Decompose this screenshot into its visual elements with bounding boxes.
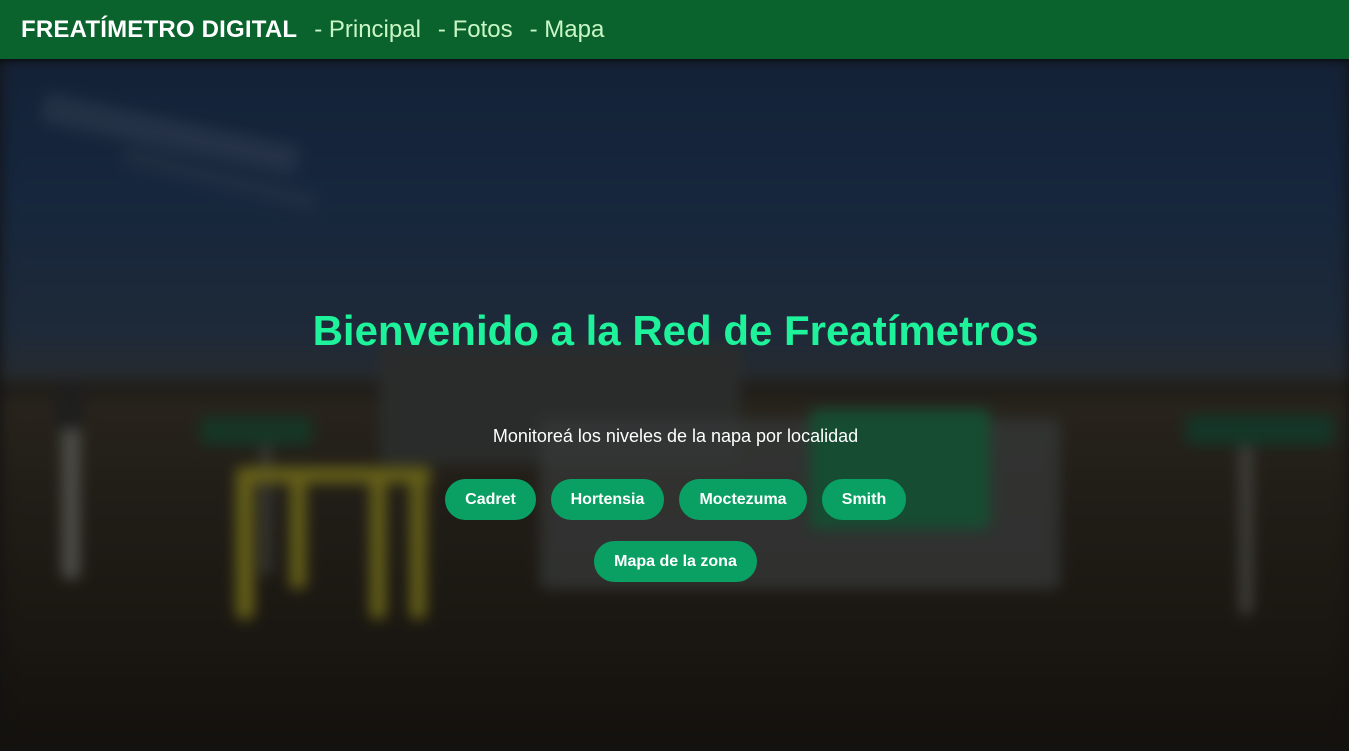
hero-content: Bienvenido a la Red de Freatímetros Moni…: [0, 59, 1349, 751]
zone-map-button[interactable]: Mapa de la zona: [594, 541, 757, 582]
site-brand[interactable]: FREATÍMETRO DIGITAL: [21, 16, 297, 44]
nav-link-mapa[interactable]: - Mapa: [530, 16, 605, 44]
top-nav-bar: FREATÍMETRO DIGITAL - Principal - Fotos …: [0, 0, 1349, 59]
locality-button-cadret[interactable]: Cadret: [445, 479, 536, 520]
hero-subtitle: Monitoreá los niveles de la napa por loc…: [492, 426, 859, 446]
hero-title: Bienvenido a la Red de Freatímetros: [312, 307, 1039, 354]
nav-link-principal[interactable]: - Principal: [314, 16, 421, 44]
locality-button-smith[interactable]: Smith: [822, 479, 906, 520]
locality-button-moctezuma[interactable]: Moctezuma: [679, 479, 807, 520]
locality-button-hortensia[interactable]: Hortensia: [551, 479, 664, 520]
nav-link-fotos[interactable]: - Fotos: [438, 16, 513, 44]
